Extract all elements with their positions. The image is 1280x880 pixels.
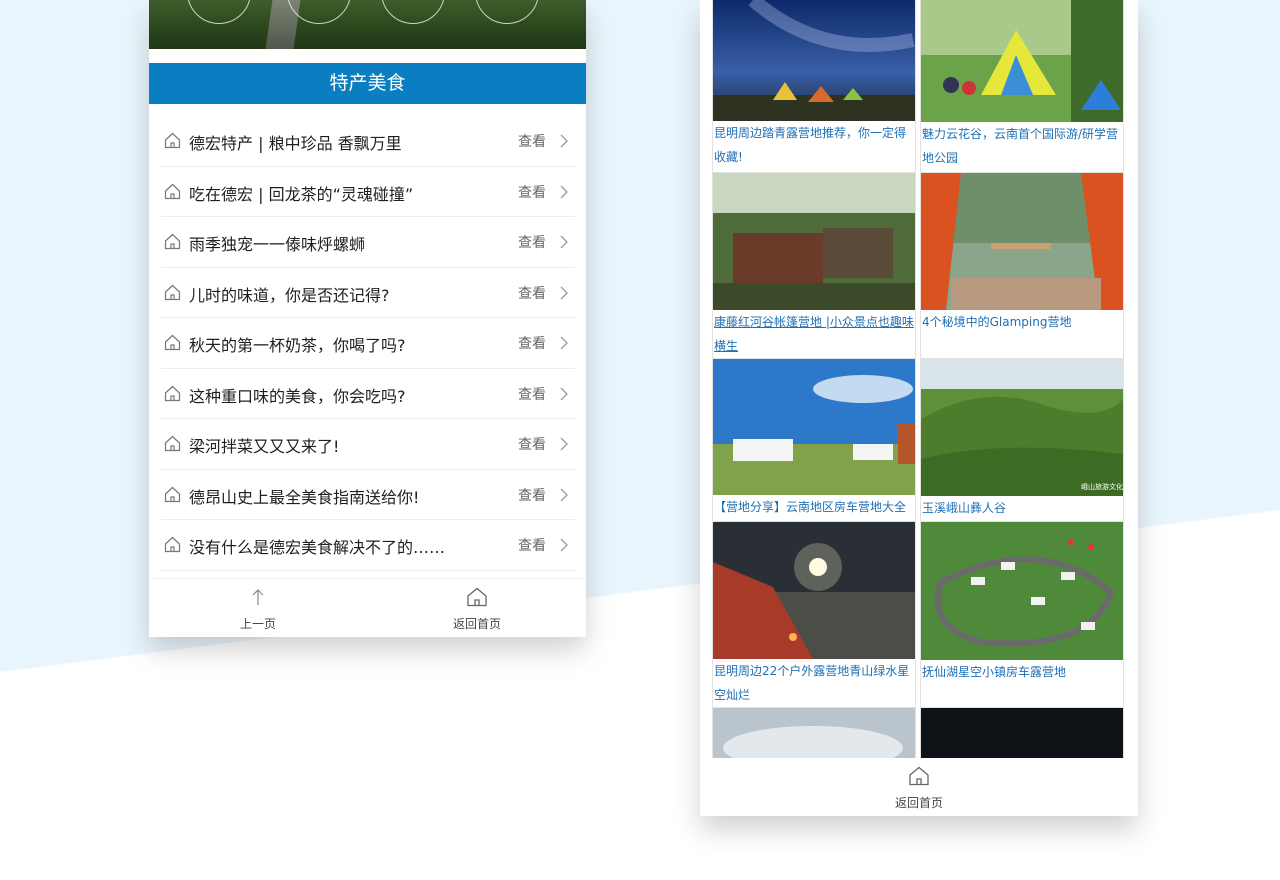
grid-card[interactable]: 昆明周边22个户外露营地青山绿水星空灿烂 [712, 522, 916, 708]
list-item-title: 秋天的第一杯奶茶，你喝了吗? [189, 336, 406, 355]
bottom-nav: 返回首页 [700, 758, 1138, 816]
chevron-right-icon [560, 488, 568, 501]
section-title: 特产美食 [149, 63, 586, 104]
view-link[interactable]: 查看 [518, 283, 546, 303]
rv-camp-image [713, 359, 915, 495]
list-item-title: 德昂山史上最全美食指南送给你! [189, 487, 420, 507]
green-hills-image: 峨山旅游文化 [921, 359, 1123, 496]
list-item[interactable]: 德宏特产 | 粮中珍品 香飘万里 查看 [161, 116, 575, 167]
view-link[interactable]: 查看 [518, 131, 546, 151]
view-link[interactable]: 查看 [518, 182, 546, 202]
home-label: 返回首页 [452, 617, 501, 631]
view-link[interactable]: 查看 [518, 485, 546, 505]
chevron-right-icon [560, 387, 568, 400]
chevron-right-icon [560, 336, 568, 350]
home-icon [164, 132, 181, 149]
card-caption: 昆明周边踏青露营地推荐，你一定得收藏! [714, 126, 907, 164]
home-icon [164, 334, 181, 351]
grid-card[interactable]: 康藤红河谷帐篷营地 |小众景点也趣味横生 [712, 173, 916, 359]
arrow-up-icon [252, 589, 264, 605]
chevron-right-icon [560, 235, 568, 249]
list-item-title: 这种重口味的美食，你会吃吗? [189, 386, 406, 406]
card-caption: 昆明周边22个户外露营地青山绿水星空灿烂 [714, 664, 910, 702]
home-icon [164, 435, 181, 452]
aerial-rv-image [921, 522, 1123, 660]
list-item[interactable]: 这种重口味的美食，你会吃吗? 查看 [161, 369, 575, 419]
card-caption: 玉溪峨山彝人谷 [922, 501, 1007, 515]
grid-card[interactable]: 4个秘境中的Glamping营地 [920, 173, 1124, 359]
list-item-title: 没有什么是德宏美食解决不了的…… [189, 538, 446, 557]
list-item[interactable]: 雨季独宠一一傣味烀螺蛳 查看 [161, 217, 575, 268]
home-icon [164, 385, 181, 401]
list-item[interactable]: 儿时的味道，你是否还记得? 查看 [161, 268, 575, 318]
home-icon [164, 183, 181, 199]
image-watermark: 峨山旅游文化 [1081, 482, 1123, 491]
view-link[interactable]: 查看 [518, 434, 546, 454]
view-link[interactable]: 查看 [518, 232, 546, 252]
list-item-title: 儿时的味道，你是否还记得? [189, 285, 390, 305]
home-icon [164, 233, 181, 250]
home-button[interactable]: 返回首页 [368, 579, 586, 637]
grid-card[interactable]: 昆明周边踏青露营地推荐，你一定得收藏! [712, 0, 916, 173]
view-link[interactable]: 查看 [518, 535, 546, 555]
list-item[interactable]: 秋天的第一杯奶茶，你喝了吗? 查看 [161, 318, 575, 369]
card-caption: 康藤红河谷帐篷营地 |小众景点也趣味横生 [714, 315, 914, 353]
banner-image [149, 0, 586, 49]
tent-camp-image [921, 0, 1123, 122]
chevron-right-icon [560, 134, 568, 148]
grid-card[interactable]: 抚仙湖星空小镇房车露营地 [920, 522, 1124, 708]
list-item[interactable]: 梁河拌菜又又又来了! 查看 [161, 419, 575, 470]
list-item-title: 吃在德宏 | 回龙茶的“灵魂碰撞” [189, 184, 414, 204]
card-caption: 魅力云花谷，云南首个国际游/研学营地公园 [922, 127, 1119, 165]
home-icon [164, 284, 181, 300]
view-link[interactable]: 查看 [518, 384, 546, 404]
home-icon [467, 587, 487, 607]
grid-card[interactable]: 【营地分享】云南地区房车营地大全 [712, 359, 916, 522]
food-list-panel: 特产美食 德宏特产 | 粮中珍品 香飘万里 查看 吃在德宏 | 回龙茶的“灵魂碰… [149, 0, 586, 637]
chevron-right-icon [560, 185, 568, 198]
starry-camp-image [713, 0, 915, 121]
home-icon [164, 486, 181, 502]
list-item[interactable]: 德昂山史上最全美食指南送给你! 查看 [161, 470, 575, 520]
home-icon [909, 766, 929, 786]
home-button[interactable]: 返回首页 [810, 758, 1028, 816]
card-caption: 抚仙湖星空小镇房车露营地 [922, 665, 1067, 679]
campsite-grid-panel: 昆明周边踏青露营地推荐，你一定得收藏! 魅力云花谷，云南首个国际游/研学营地公园 [700, 0, 1138, 816]
chevron-right-icon [560, 538, 568, 552]
card-caption: 4个秘境中的Glamping营地 [922, 315, 1072, 329]
view-link[interactable]: 查看 [518, 333, 546, 353]
prev-page-label: 上一页 [239, 617, 276, 631]
night-lake-image [713, 522, 915, 659]
list-item-title: 雨季独宠一一傣味烀螺蛳 [189, 235, 366, 254]
bottom-nav: 上一页 返回首页 [149, 578, 586, 637]
glamping-image [921, 173, 1123, 310]
card-caption: 【营地分享】云南地区房车营地大全 [714, 500, 907, 514]
grid-card[interactable]: 魅力云花谷，云南首个国际游/研学营地公园 [920, 0, 1124, 173]
home-label: 返回首页 [894, 796, 943, 810]
chevron-right-icon [560, 286, 568, 299]
list-item[interactable]: 吃在德宏 | 回龙茶的“灵魂碰撞” 查看 [161, 167, 575, 217]
list-item-title: 梁河拌菜又又又来了! [189, 437, 340, 456]
grid-card[interactable]: 峨山旅游文化 玉溪峨山彝人谷 [920, 359, 1124, 522]
home-icon [164, 536, 181, 553]
list-item[interactable]: 没有什么是德宏美食解决不了的…… 查看 [161, 520, 575, 571]
chevron-right-icon [560, 437, 568, 451]
prev-page-button[interactable]: 上一页 [149, 579, 367, 637]
list-item-title: 德宏特产 | 粮中珍品 香飘万里 [189, 134, 402, 153]
article-list: 德宏特产 | 粮中珍品 香飘万里 查看 吃在德宏 | 回龙茶的“灵魂碰撞” 查看… [161, 116, 575, 571]
forest-tent-image [713, 173, 915, 310]
